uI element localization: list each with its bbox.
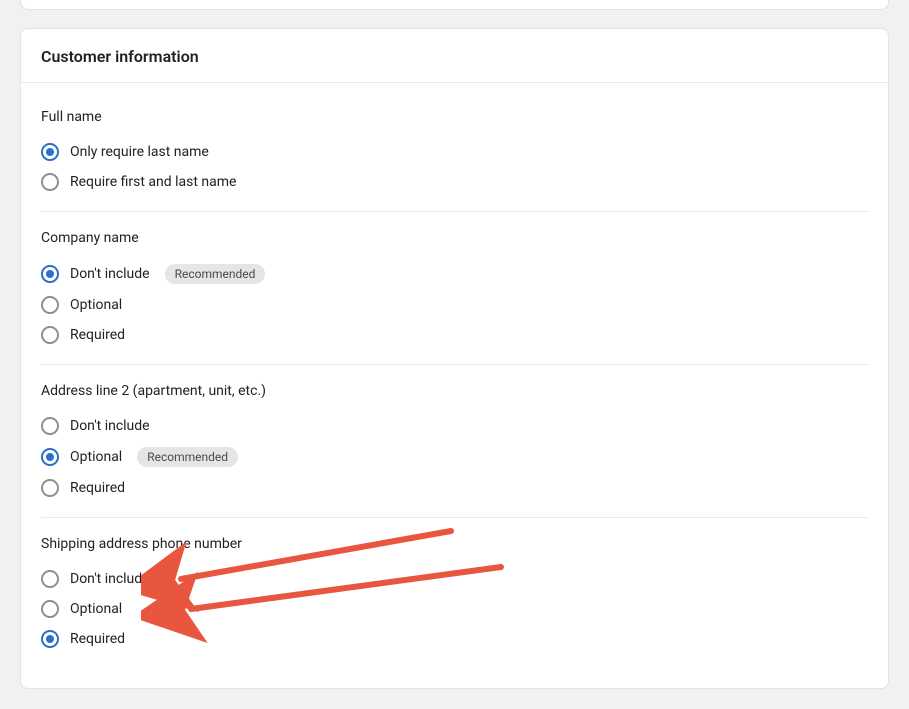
recommended-badge: Recommended (165, 264, 266, 284)
radio-icon (41, 479, 59, 497)
section-shipping-phone: Shipping address phone number Don't incl… (41, 517, 868, 668)
option-label: Don't include (70, 266, 150, 282)
radio-icon (41, 448, 59, 466)
recommended-badge: Recommended (137, 447, 238, 467)
previous-card-stub (20, 0, 889, 10)
radio-icon (41, 600, 59, 618)
radio-company-required[interactable]: Required (41, 320, 868, 350)
radio-address2-optional[interactable]: Optional Recommended (41, 441, 868, 473)
section-label: Shipping address phone number (41, 536, 868, 552)
radio-company-dont-include[interactable]: Don't include Recommended (41, 258, 868, 290)
option-label: Optional (70, 449, 122, 465)
option-label: Required (70, 631, 125, 647)
radio-phone-optional[interactable]: Optional (41, 594, 868, 624)
customer-information-card: Customer information Full name Only requ… (20, 28, 889, 689)
card-title: Customer information (41, 47, 868, 66)
radio-phone-dont-include[interactable]: Don't include (41, 564, 868, 594)
radio-company-optional[interactable]: Optional (41, 290, 868, 320)
section-company-name: Company name Don't include Recommended O… (41, 211, 868, 364)
radio-phone-required[interactable]: Required (41, 624, 868, 654)
section-full-name: Full name Only require last name Require… (41, 91, 868, 211)
option-label: Require first and last name (70, 174, 236, 190)
option-label: Optional (70, 297, 122, 313)
option-label: Required (70, 480, 125, 496)
radio-address2-dont-include[interactable]: Don't include (41, 411, 868, 441)
radio-icon (41, 417, 59, 435)
section-label: Address line 2 (apartment, unit, etc.) (41, 383, 868, 399)
radio-icon (41, 143, 59, 161)
radio-icon (41, 265, 59, 283)
option-label: Don't include (70, 571, 150, 587)
section-label: Full name (41, 109, 868, 125)
card-body: Full name Only require last name Require… (21, 83, 888, 688)
radio-icon (41, 570, 59, 588)
radio-address2-required[interactable]: Required (41, 473, 868, 503)
radio-icon (41, 326, 59, 344)
radio-icon (41, 630, 59, 648)
card-header: Customer information (21, 29, 888, 83)
radio-icon (41, 296, 59, 314)
radio-icon (41, 173, 59, 191)
section-label: Company name (41, 230, 868, 246)
section-address-line-2: Address line 2 (apartment, unit, etc.) D… (41, 364, 868, 517)
option-label: Only require last name (70, 144, 209, 160)
radio-require-first-and-last-name[interactable]: Require first and last name (41, 167, 868, 197)
option-label: Don't include (70, 418, 150, 434)
radio-only-require-last-name[interactable]: Only require last name (41, 137, 868, 167)
option-label: Required (70, 327, 125, 343)
option-label: Optional (70, 601, 122, 617)
